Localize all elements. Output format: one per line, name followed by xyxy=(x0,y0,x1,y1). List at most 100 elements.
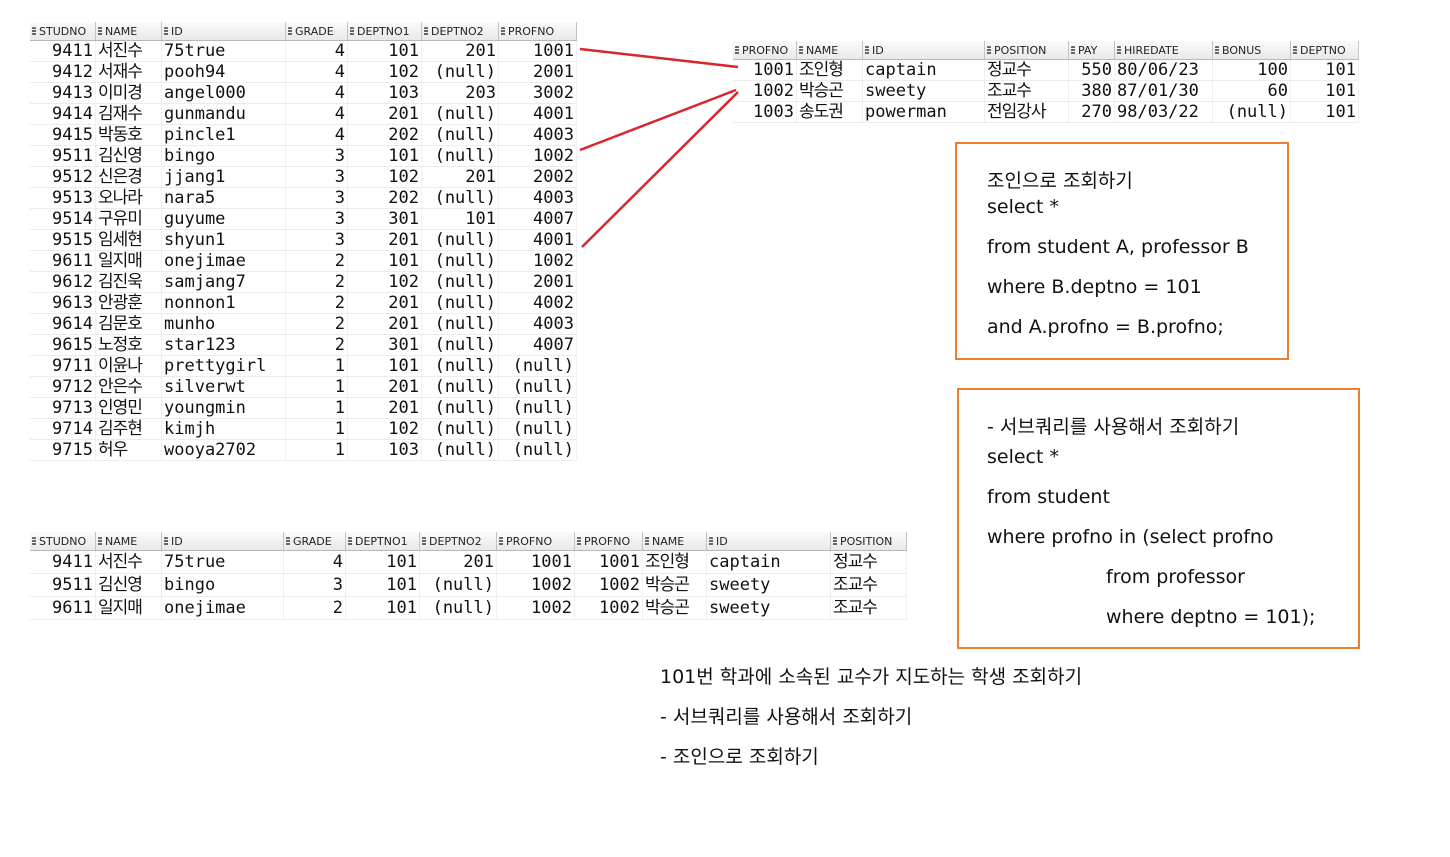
column-header-deptno2[interactable]: DEPTNO2 xyxy=(420,532,497,550)
cell-id[interactable]: guyume xyxy=(162,209,286,229)
cell-deptno2[interactable]: (null) xyxy=(422,125,499,145)
cell-grade[interactable]: 2 xyxy=(286,314,348,334)
cell-id[interactable]: bingo xyxy=(162,574,284,596)
cell-name[interactable]: 김문호 xyxy=(96,314,162,334)
table-row[interactable]: 9515 임세현 shyun1 3 201 (null) 4001 xyxy=(30,230,577,251)
cell-profno[interactable]: 1002 xyxy=(499,146,577,166)
table-row[interactable]: 1002 박승곤 sweety 조교수 380 87/01/30 60 101 xyxy=(733,81,1359,102)
cell-id[interactable]: nonnon1 xyxy=(162,293,286,313)
cell-name[interactable]: 임세현 xyxy=(96,230,162,250)
cell-profno[interactable]: (null) xyxy=(499,398,577,418)
cell-studno[interactable]: 9515 xyxy=(30,230,96,250)
cell-grade[interactable]: 3 xyxy=(286,209,348,229)
cell-profno[interactable]: 1002 xyxy=(575,574,643,596)
table-row[interactable]: 9411 서진수 75true 4 101 201 1001 1001 조인형 captain 정교… xyxy=(30,551,907,574)
cell-position[interactable]: 정교수 xyxy=(985,60,1069,80)
cell-profno[interactable]: 1001 xyxy=(497,551,575,573)
cell-grade[interactable]: 4 xyxy=(286,104,348,124)
cell-name[interactable]: 김신영 xyxy=(96,574,162,596)
cell-studno[interactable]: 9413 xyxy=(30,83,96,103)
cell-deptno1[interactable]: 101 xyxy=(348,356,422,376)
cell-name[interactable]: 서진수 xyxy=(96,551,162,573)
cell-deptno1[interactable]: 102 xyxy=(348,62,422,82)
cell-deptno1[interactable]: 202 xyxy=(348,188,422,208)
cell-profno[interactable]: 4003 xyxy=(499,188,577,208)
table-row[interactable]: 9414 김재수 gunmandu 4 201 (null) 4001 xyxy=(30,104,577,125)
cell-deptno1[interactable]: 201 xyxy=(348,398,422,418)
cell-grade[interactable]: 2 xyxy=(286,251,348,271)
column-header-profno[interactable]: PROFNO xyxy=(575,532,643,550)
column-header-profno[interactable]: PROFNO xyxy=(497,532,575,550)
cell-pay[interactable]: 550 xyxy=(1069,60,1115,80)
cell-id[interactable]: kimjh xyxy=(162,419,286,439)
column-header-id[interactable]: ID xyxy=(162,532,284,550)
column-header-position[interactable]: POSITION xyxy=(985,41,1069,59)
cell-id[interactable]: pooh94 xyxy=(162,62,286,82)
cell-studno[interactable]: 9612 xyxy=(30,272,96,292)
cell-name[interactable]: 신은경 xyxy=(96,167,162,187)
cell-profno[interactable]: 1002 xyxy=(497,597,575,619)
cell-studno[interactable]: 9513 xyxy=(30,188,96,208)
table-row[interactable]: 9611 일지매 onejimae 2 101 (null) 1002 xyxy=(30,251,577,272)
cell-studno[interactable]: 9713 xyxy=(30,398,96,418)
cell-profno[interactable]: 1001 xyxy=(499,41,577,61)
column-header-studno[interactable]: STUDNO xyxy=(30,532,96,550)
cell-profno[interactable]: 1002 xyxy=(499,251,577,271)
cell-deptno2[interactable]: (null) xyxy=(422,146,499,166)
cell-deptno2[interactable]: (null) xyxy=(420,597,497,619)
cell-id[interactable]: 75true xyxy=(162,551,284,573)
column-header-name[interactable]: NAME xyxy=(96,532,162,550)
column-header-bonus[interactable]: BONUS xyxy=(1213,41,1291,59)
cell-deptno2[interactable]: (null) xyxy=(422,293,499,313)
cell-deptno2[interactable]: (null) xyxy=(422,251,499,271)
cell-grade[interactable]: 4 xyxy=(286,125,348,145)
column-header-id[interactable]: ID xyxy=(162,22,286,40)
table-row[interactable]: 9411 서진수 75true 4 101 201 1001 xyxy=(30,41,577,62)
cell-deptno1[interactable]: 101 xyxy=(348,251,422,271)
cell-studno[interactable]: 9512 xyxy=(30,167,96,187)
cell-name[interactable]: 조인형 xyxy=(643,551,707,573)
cell-profno[interactable]: 1001 xyxy=(575,551,643,573)
cell-name[interactable]: 박동호 xyxy=(96,125,162,145)
cell-deptno1[interactable]: 101 xyxy=(346,551,420,573)
cell-grade[interactable]: 3 xyxy=(286,167,348,187)
cell-grade[interactable]: 3 xyxy=(286,230,348,250)
cell-studno[interactable]: 9514 xyxy=(30,209,96,229)
cell-studno[interactable]: 9411 xyxy=(30,41,96,61)
cell-name[interactable]: 허우 xyxy=(96,440,162,460)
column-header-name[interactable]: NAME xyxy=(643,532,707,550)
cell-deptno2[interactable]: 201 xyxy=(420,551,497,573)
cell-bonus[interactable]: 100 xyxy=(1213,60,1291,80)
cell-name[interactable]: 이윤나 xyxy=(96,356,162,376)
cell-studno[interactable]: 9712 xyxy=(30,377,96,397)
table-row[interactable]: 9611 일지매 onejimae 2 101 (null) 1002 1002 박승곤 swee… xyxy=(30,597,907,620)
cell-studno[interactable]: 9711 xyxy=(30,356,96,376)
cell-profno[interactable]: 4003 xyxy=(499,314,577,334)
cell-grade[interactable]: 1 xyxy=(286,377,348,397)
column-header-id[interactable]: ID xyxy=(707,532,831,550)
column-header-position[interactable]: POSITION xyxy=(831,532,907,550)
cell-profno[interactable]: 4007 xyxy=(499,335,577,355)
cell-deptno2[interactable]: (null) xyxy=(422,272,499,292)
cell-deptno1[interactable]: 202 xyxy=(348,125,422,145)
table-row[interactable]: 9614 김문호 munho 2 201 (null) 4003 xyxy=(30,314,577,335)
cell-grade[interactable]: 4 xyxy=(286,41,348,61)
cell-name[interactable]: 박승곤 xyxy=(797,81,863,101)
table-row[interactable]: 9613 안광훈 nonnon1 2 201 (null) 4002 xyxy=(30,293,577,314)
cell-profno[interactable]: 1003 xyxy=(733,102,797,122)
cell-id[interactable]: nara5 xyxy=(162,188,286,208)
cell-deptno1[interactable]: 103 xyxy=(348,83,422,103)
cell-deptno2[interactable]: (null) xyxy=(422,377,499,397)
cell-deptno2[interactable]: (null) xyxy=(422,62,499,82)
cell-deptno1[interactable]: 201 xyxy=(348,230,422,250)
cell-id[interactable]: munho xyxy=(162,314,286,334)
cell-deptno2[interactable]: (null) xyxy=(422,419,499,439)
cell-profno[interactable]: 2001 xyxy=(499,62,577,82)
cell-studno[interactable]: 9715 xyxy=(30,440,96,460)
cell-profno[interactable]: 4007 xyxy=(499,209,577,229)
cell-studno[interactable]: 9613 xyxy=(30,293,96,313)
table-row[interactable]: 9413 이미경 angel000 4 103 203 3002 xyxy=(30,83,577,104)
cell-name[interactable]: 김재수 xyxy=(96,104,162,124)
cell-studno[interactable]: 9511 xyxy=(30,146,96,166)
cell-deptno[interactable]: 101 xyxy=(1291,102,1359,122)
